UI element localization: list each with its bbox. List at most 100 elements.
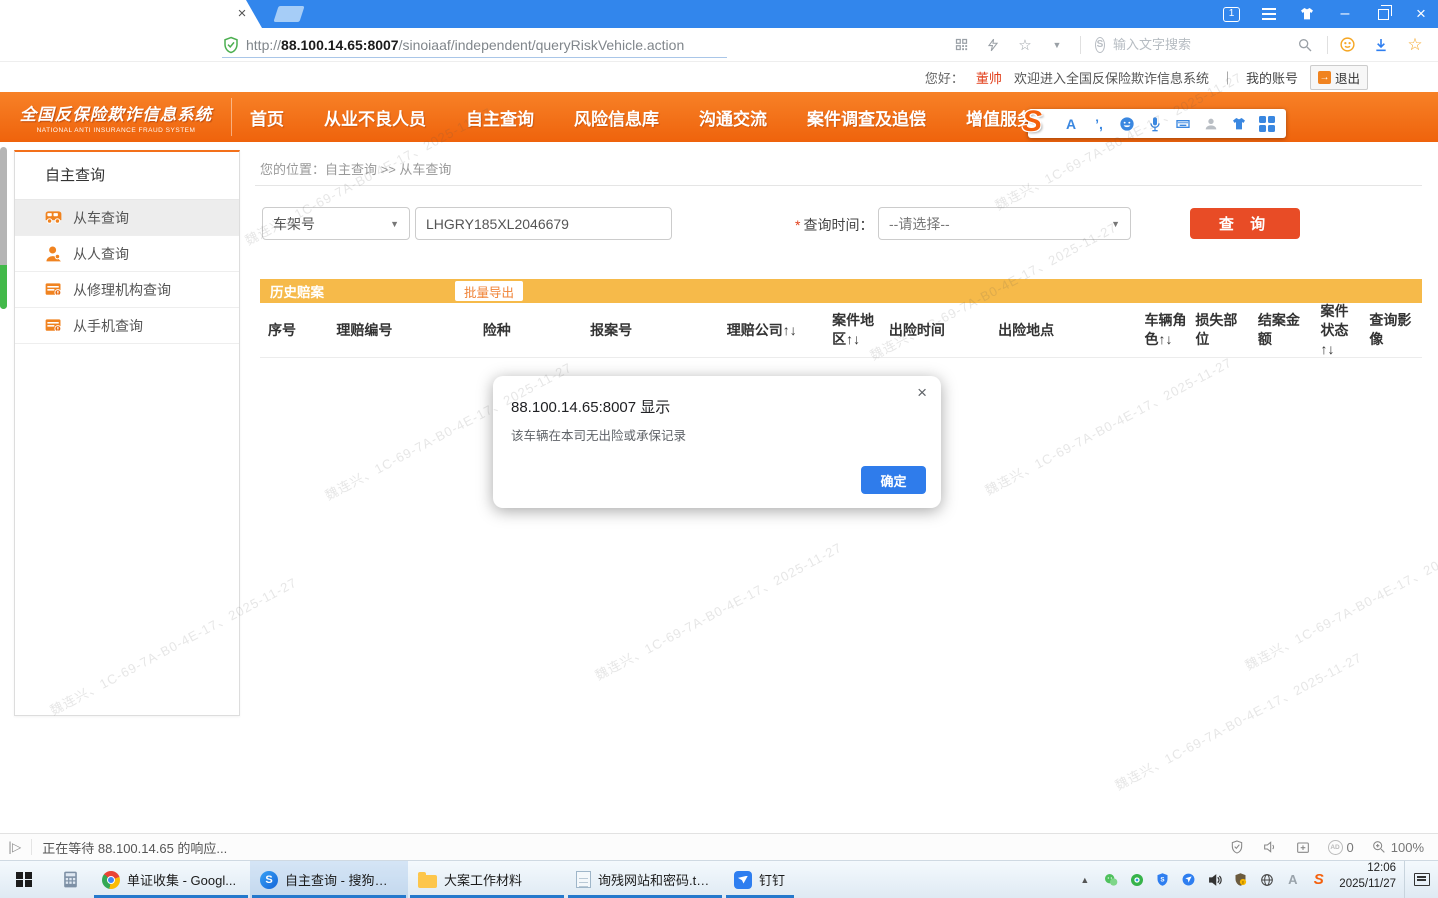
shield-s-icon[interactable]: S <box>1154 871 1171 888</box>
ime-language-icon[interactable]: A <box>1062 115 1080 133</box>
tab-close-icon[interactable]: × <box>233 5 251 23</box>
nav-item-self-query[interactable]: 自主查询 <box>466 105 534 130</box>
alert-title: 88.100.14.65:8007 显示 <box>511 396 670 417</box>
ime-account-icon[interactable] <box>1202 115 1220 133</box>
search-magnifier-icon[interactable] <box>1297 36 1313 54</box>
minimize-button[interactable]: – <box>1336 5 1354 23</box>
separator: ｜ <box>1221 68 1234 87</box>
ime-keyboard-icon[interactable] <box>1174 115 1192 133</box>
col-settle-amount: 结案金额 <box>1250 311 1313 349</box>
divider <box>255 185 1422 186</box>
restore-button[interactable] <box>1374 5 1392 23</box>
logo-subtitle: NATIONAL ANTI INSURANCE FRAUD SYSTEM <box>37 127 196 134</box>
taskbar-button-notepad[interactable]: 询残网站和密码.txt... <box>566 861 724 898</box>
360safe-icon[interactable] <box>1128 871 1145 888</box>
sogou-ime-icon[interactable]: S <box>1310 871 1327 888</box>
caret-down-icon: ▼ <box>1111 219 1120 229</box>
url-scheme: http:// <box>246 37 281 53</box>
divider <box>1327 36 1328 54</box>
col-claim-company-sort[interactable]: 理赔公司↑↓ <box>719 321 824 340</box>
browser-menu-icon[interactable] <box>1260 5 1278 23</box>
sogou-search-icon: S <box>1095 37 1105 53</box>
vin-input[interactable] <box>415 207 672 240</box>
taskbar-clock[interactable]: 12:06 2025/11/27 <box>1339 861 1396 898</box>
sidebar-item-vehicle-query[interactable]: 从车查询 <box>15 200 239 236</box>
col-report-no: 报案号 <box>582 321 719 340</box>
wechat-icon[interactable] <box>1102 871 1119 888</box>
my-account-link[interactable]: 我的账号 <box>1246 68 1298 87</box>
alert-ok-button[interactable]: 确定 <box>861 466 926 494</box>
nav-items: 首页 从业不良人员 自主查询 风险信息库 沟通交流 案件调查及追偿 增值服务 <box>250 105 1034 130</box>
taskbar-button-sogou-browser[interactable]: S 自主查询 - 搜狗高... <box>250 861 408 898</box>
close-button[interactable]: × <box>1412 5 1430 23</box>
volume-icon[interactable] <box>1206 871 1223 888</box>
windows-taskbar: 单证收集 - Googl... S 自主查询 - 搜狗高... 大案工作材料 询… <box>0 860 1438 898</box>
chevron-down-icon[interactable]: ▼ <box>1048 36 1066 54</box>
taskbar-button-folder[interactable]: 大案工作材料 <box>408 861 566 898</box>
sogou-ime-logo[interactable]: S <box>1022 105 1042 139</box>
taskbar-button-label: 单证收集 - Googl... <box>127 870 236 889</box>
col-query-image: 查询影像 <box>1361 311 1422 349</box>
clock-time: 12:06 <box>1339 861 1396 877</box>
calculator-pinned-button[interactable] <box>48 861 92 898</box>
hidden-icons-chevron[interactable]: ▲ <box>1076 871 1093 888</box>
bookmark-star-icon[interactable]: ☆ <box>1406 36 1424 54</box>
taskbar-button-dingtalk[interactable]: 钉钉 <box>724 861 796 898</box>
col-case-region-sort[interactable]: 案件地区↑↓ <box>824 311 881 349</box>
page-scroll-indicator[interactable] <box>0 147 7 309</box>
nav-item-home[interactable]: 首页 <box>250 105 284 130</box>
nav-item-risk-library[interactable]: 风险信息库 <box>574 105 659 130</box>
security-shield-icon[interactable] <box>222 36 240 54</box>
network-globe-icon[interactable] <box>1258 871 1275 888</box>
col-case-status-sort[interactable]: 案件状态↑↓ <box>1312 302 1361 359</box>
sidebar-item-phone-query[interactable]: 从手机查询 <box>15 308 239 344</box>
system-tray: ▲ S ! A S <box>1076 861 1333 898</box>
search-input[interactable] <box>1113 37 1289 52</box>
batch-export-button[interactable]: 批量导出 <box>455 281 523 301</box>
browser-titlebar: × 1 – × <box>0 0 1438 28</box>
alert-close-icon[interactable]: × <box>917 383 927 403</box>
notification-icon <box>1414 873 1430 886</box>
sidebar-item-label: 从手机查询 <box>73 316 143 336</box>
ime-voice-icon[interactable] <box>1146 115 1164 133</box>
favorite-star-icon[interactable]: ☆ <box>1016 36 1034 54</box>
nav-item-bad-practitioners[interactable]: 从业不良人员 <box>324 105 426 130</box>
mute-speaker-icon[interactable] <box>1262 839 1278 855</box>
col-vehicle-role-sort[interactable]: 车辆角色↑↓ <box>1137 311 1188 349</box>
zoom-control[interactable]: 100% <box>1371 839 1424 855</box>
taskbar-button-chrome[interactable]: 单证收集 - Googl... <box>92 861 250 898</box>
sidebar-item-person-query[interactable]: 从人查询 <box>15 236 239 272</box>
nav-item-communication[interactable]: 沟通交流 <box>699 105 767 130</box>
query-time-select[interactable]: --请选择-- ▼ <box>878 207 1131 240</box>
extension-add-icon[interactable] <box>1295 839 1311 855</box>
ime-emoji-icon[interactable] <box>1118 115 1136 133</box>
skin-shirt-icon[interactable] <box>1298 5 1316 23</box>
logout-button[interactable]: → 退出 <box>1310 65 1368 90</box>
taskbar-button-label: 自主查询 - 搜狗高... <box>285 870 398 889</box>
nav-item-case-investigation[interactable]: 案件调查及追偿 <box>807 105 926 130</box>
field-type-select[interactable]: 车架号 ▼ <box>262 207 410 240</box>
site-safety-icon[interactable] <box>1229 839 1245 855</box>
start-button[interactable] <box>0 861 48 898</box>
sidebar-item-repair-org-query[interactable]: 从修理机构查询 <box>15 272 239 308</box>
ime-a-icon[interactable]: A <box>1284 871 1301 888</box>
dingtalk-tray-icon[interactable] <box>1180 871 1197 888</box>
smiley-icon[interactable] <box>1338 36 1356 54</box>
ime-skin-icon[interactable] <box>1230 115 1248 133</box>
greeting-bar: 您好： 董帅 欢迎进入全国反保险欺诈信息系统 ｜ 我的账号 → 退出 <box>0 62 1438 92</box>
main-nav: 全国反保险欺诈信息系统 NATIONAL ANTI INSURANCE FRAU… <box>0 92 1438 142</box>
ime-punctuation-icon[interactable]: ’, <box>1090 115 1108 133</box>
action-center-button[interactable] <box>1404 861 1438 898</box>
browser-tab[interactable] <box>0 0 262 28</box>
window-count-badge[interactable]: 1 <box>1223 7 1240 22</box>
query-button[interactable]: 查 询 <box>1190 208 1300 239</box>
search-box: S <box>1095 36 1313 54</box>
greeting-hello: 您好： <box>925 68 964 87</box>
ad-block-counter[interactable]: AD 0 <box>1328 840 1354 855</box>
qr-code-icon[interactable] <box>952 36 970 54</box>
download-icon[interactable] <box>1372 36 1390 54</box>
lightning-icon[interactable] <box>984 36 1002 54</box>
url-field[interactable]: http://88.100.14.65:8007/sinoiaaf/indepe… <box>246 37 684 53</box>
ime-toolbox-icon[interactable] <box>1258 115 1276 133</box>
defender-alert-icon[interactable]: ! <box>1232 871 1249 888</box>
